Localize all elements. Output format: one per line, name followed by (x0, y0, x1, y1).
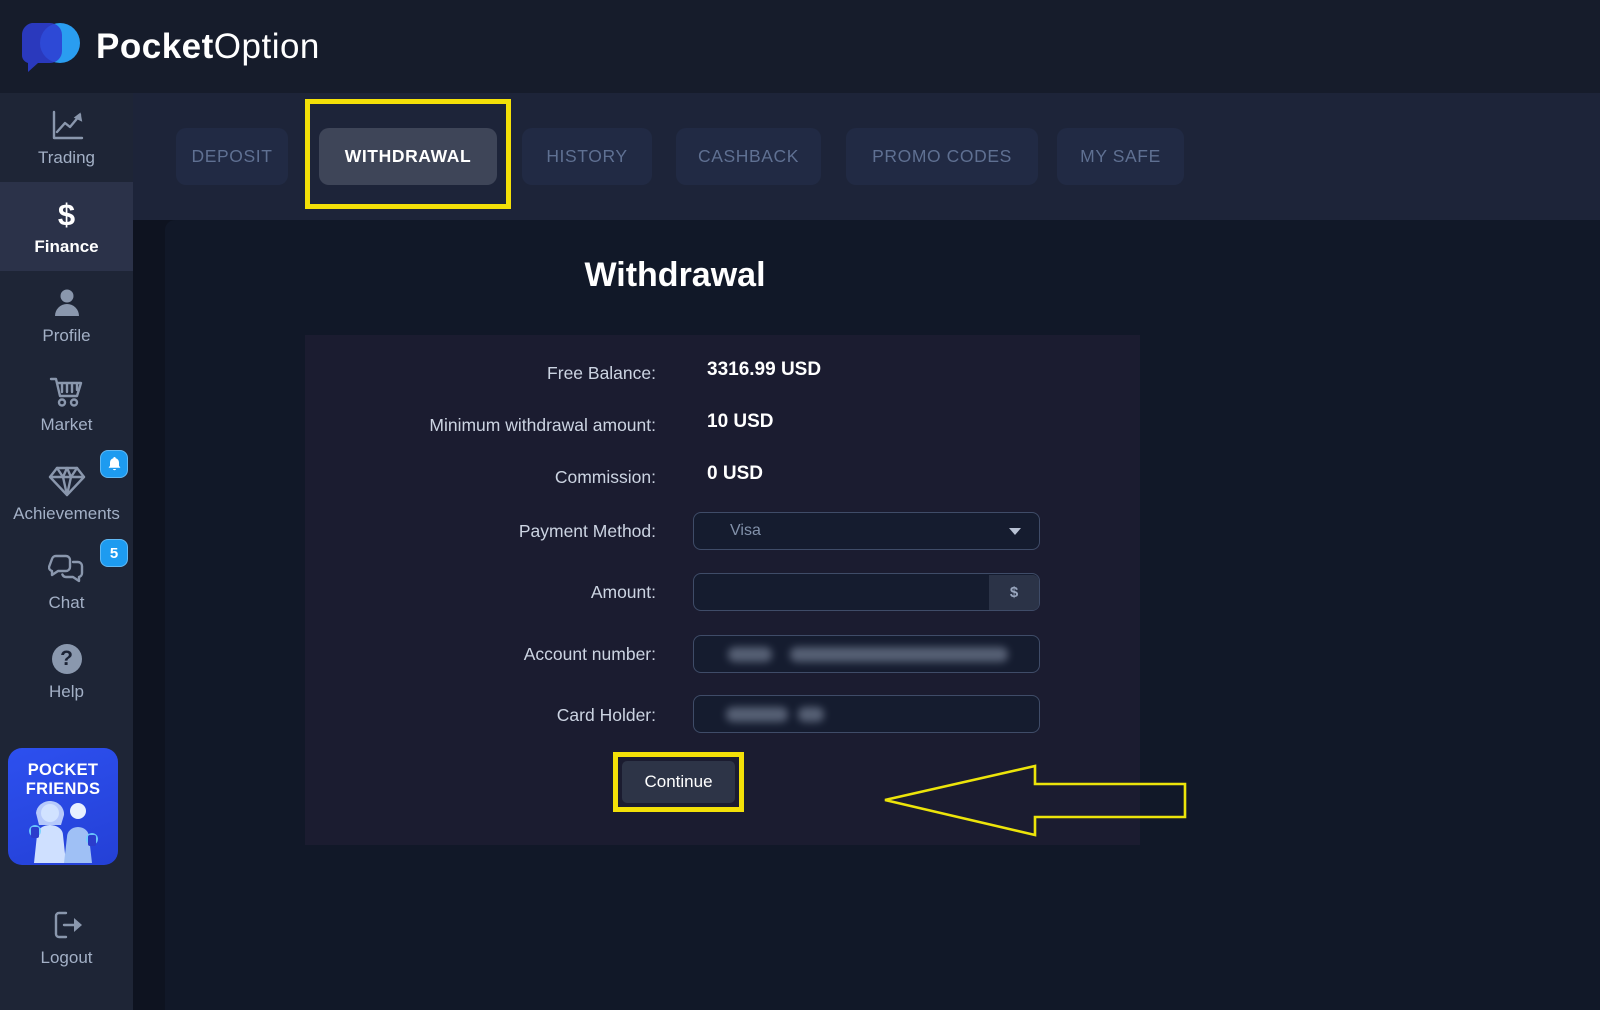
brand-bold: Pocket (96, 27, 214, 66)
achievements-notification-badge[interactable] (100, 450, 128, 478)
currency-suffix: $ (989, 575, 1039, 610)
diamond-icon (47, 463, 87, 499)
sidebar-item-achievements[interactable]: Achievements (0, 449, 133, 538)
sidebar-item-logout[interactable]: Logout (0, 893, 133, 982)
sidebar-item-label: Help (49, 682, 84, 702)
brand-name: PocketOption (96, 27, 320, 67)
tab-withdrawal[interactable]: WITHDRAWAL (319, 128, 497, 185)
redacted-account-number (728, 647, 772, 662)
free-balance-label: Free Balance: (305, 363, 656, 384)
sidebar-item-label: Logout (41, 948, 93, 968)
pocketoption-logo-icon (18, 15, 82, 79)
redacted-card-holder (726, 707, 788, 722)
chat-unread-badge[interactable]: 5 (100, 539, 128, 567)
sidebar-item-label: Finance (34, 237, 98, 257)
commission-label: Commission: (305, 467, 656, 488)
question-icon: ? (47, 641, 87, 677)
payment-method-label: Payment Method: (305, 521, 656, 542)
withdrawal-panel: Withdrawal Free Balance: 3316.99 USD Min… (165, 220, 1600, 1010)
sidebar: Trading $ Finance Profile (0, 93, 133, 1010)
chevron-down-icon (1009, 528, 1021, 535)
sidebar-item-trading[interactable]: Trading (0, 93, 133, 182)
sidebar-item-label: Profile (42, 326, 90, 346)
user-icon (47, 285, 87, 321)
app-header: PocketOption (0, 0, 1600, 93)
logout-icon (47, 907, 87, 943)
redacted-card-holder (798, 707, 824, 722)
amount-input[interactable] (694, 574, 989, 610)
tab-my-safe[interactable]: MY SAFE (1057, 128, 1184, 185)
redacted-account-number (790, 647, 1008, 662)
payment-method-select[interactable]: Visa (693, 512, 1040, 550)
sidebar-item-help[interactable]: ? Help (0, 627, 133, 716)
tab-promo-codes[interactable]: PROMO CODES (846, 128, 1038, 185)
trading-chart-icon (47, 107, 87, 143)
pocket-friends-illustration-icon (20, 801, 106, 863)
brand-light: Option (214, 27, 320, 66)
sidebar-item-label: Market (41, 415, 93, 435)
free-balance-value: 3316.99 USD (707, 359, 821, 381)
chat-bubbles-icon (47, 552, 87, 588)
sidebar-item-finance[interactable]: $ Finance (0, 182, 133, 271)
cart-icon (47, 374, 87, 410)
tab-deposit[interactable]: DEPOSIT (176, 128, 288, 185)
sidebar-item-label: Achievements (13, 504, 120, 524)
pocketoption-finance-page: PocketOption Trading $ Finance (0, 0, 1600, 1010)
pocket-friends-banner[interactable]: POCKET FRIENDS (8, 748, 118, 865)
amount-field-wrap: $ (693, 573, 1040, 611)
account-number-label: Account number: (305, 644, 656, 665)
dollar-icon: $ (47, 196, 87, 232)
tab-history[interactable]: HISTORY (522, 128, 652, 185)
sidebar-item-label: Chat (49, 593, 85, 613)
sidebar-item-market[interactable]: Market (0, 360, 133, 449)
card-holder-input[interactable] (693, 695, 1040, 733)
minimum-withdrawal-value: 10 USD (707, 411, 774, 433)
tab-cashback[interactable]: CASHBACK (676, 128, 821, 185)
payment-method-value: Visa (730, 522, 1009, 540)
sidebar-item-profile[interactable]: Profile (0, 271, 133, 360)
sidebar-item-chat[interactable]: Chat 5 (0, 538, 133, 627)
minimum-withdrawal-label: Minimum withdrawal amount: (305, 415, 656, 436)
continue-button[interactable]: Continue (622, 761, 735, 803)
bell-icon (107, 456, 122, 472)
account-number-input[interactable] (693, 635, 1040, 673)
commission-value: 0 USD (707, 463, 763, 485)
amount-label: Amount: (305, 582, 656, 603)
page-title: Withdrawal (450, 256, 900, 295)
pocket-friends-title: POCKET FRIENDS (26, 761, 101, 799)
card-holder-label: Card Holder: (305, 705, 656, 726)
sidebar-item-label: Trading (38, 148, 95, 168)
left-pointer-arrow-icon (780, 755, 1200, 845)
continue-button-highlight-box: Continue (613, 752, 744, 812)
